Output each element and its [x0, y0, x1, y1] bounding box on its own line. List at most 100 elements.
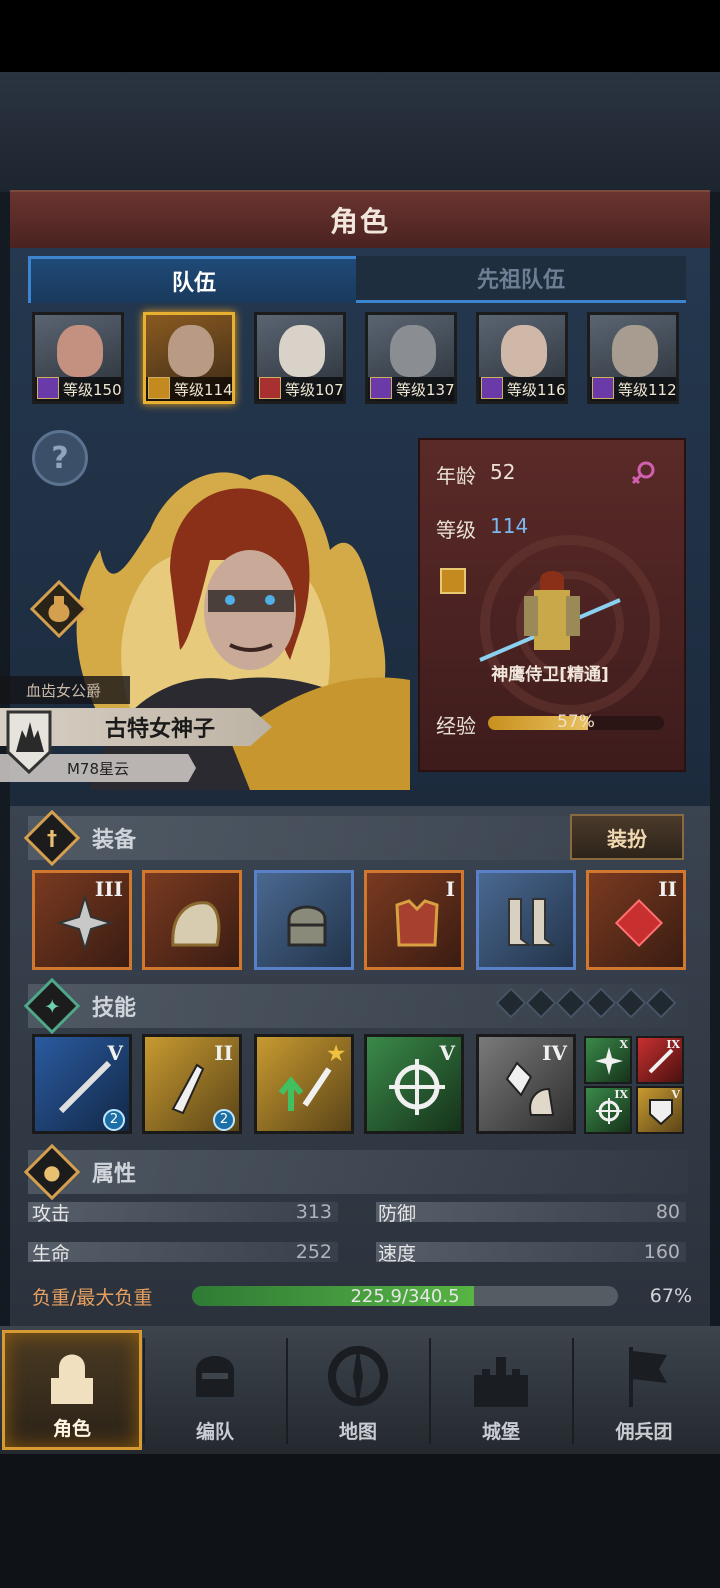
- nav-mercenary[interactable]: 佣兵团: [574, 1330, 714, 1450]
- staff-icon: [37, 377, 59, 399]
- exp-label: 经验: [436, 714, 476, 738]
- skill-slot-dot: [495, 987, 527, 1019]
- hero-face-icon: [501, 325, 547, 377]
- defense-value: 80: [655, 1201, 680, 1223]
- equip-slot-shoulder[interactable]: [142, 870, 242, 970]
- equip-rank: III: [94, 877, 123, 901]
- nav-map[interactable]: 地图: [288, 1330, 428, 1450]
- equip-rank: II: [658, 877, 677, 901]
- team-portrait-2[interactable]: 等级114: [143, 312, 235, 404]
- header-bar: 角色: [10, 190, 710, 250]
- age-value: 52: [490, 460, 516, 484]
- equipment-label: 装备: [92, 828, 137, 853]
- skill-slot-3[interactable]: ★: [254, 1034, 354, 1134]
- level-label: 等级: [436, 518, 476, 542]
- equip-slot-charm[interactable]: II: [586, 870, 686, 970]
- team-portrait-3[interactable]: 等级107: [254, 312, 346, 404]
- help-button[interactable]: ?: [32, 430, 88, 486]
- class-name: 神鹰侍卫[精通]: [491, 665, 609, 685]
- skill-count-badge: 2: [213, 1109, 235, 1131]
- attributes-section-header: ● 属性: [23, 1143, 688, 1201]
- skill-slot-dot: [585, 987, 617, 1019]
- tab-team[interactable]: 队伍: [28, 256, 360, 303]
- castle-icon: [474, 1357, 528, 1407]
- passive-skill-1[interactable]: X: [584, 1036, 632, 1084]
- nav-label: 佣兵团: [615, 1421, 673, 1443]
- nav-castle[interactable]: 城堡: [431, 1330, 571, 1450]
- star-icon: ★: [327, 1041, 345, 1065]
- skills-label: 技能: [92, 996, 137, 1021]
- compass-icon: [328, 1345, 388, 1407]
- eagle-icon: [440, 568, 466, 594]
- team-portrait-6[interactable]: 等级112: [587, 312, 679, 404]
- attack-label: 攻击: [32, 1202, 71, 1225]
- equip-slot-boots[interactable]: [476, 870, 576, 970]
- knot-charm-icon: [614, 898, 664, 948]
- team-portrait-4[interactable]: 等级137: [365, 312, 457, 404]
- exp-percent: 57%: [557, 712, 595, 732]
- eagle-icon: [148, 377, 170, 399]
- status-bar: [0, 0, 720, 72]
- boots-icon: [508, 898, 556, 946]
- shuriken-icon: [57, 895, 113, 951]
- attack-value: 313: [295, 1201, 332, 1223]
- skill-slot-1[interactable]: V 2: [32, 1034, 132, 1134]
- skill-rank: V: [439, 1041, 455, 1065]
- staff-icon: [370, 377, 392, 399]
- level-value: 114: [490, 514, 529, 538]
- shoulder-armor-icon: [171, 901, 221, 947]
- skill-count-badge: 2: [103, 1109, 125, 1131]
- hero-name[interactable]: 古特女神子: [60, 708, 260, 746]
- hero-face-icon: [168, 325, 214, 377]
- nav-character[interactable]: 角色: [2, 1330, 142, 1450]
- equip-slot-weapon[interactable]: III: [32, 870, 132, 970]
- horse-icon: [259, 377, 281, 399]
- staff-icon: [592, 377, 614, 399]
- defense-label: 防御: [378, 1202, 417, 1225]
- dagger-icon: †: [23, 809, 81, 867]
- skill-rank: II: [214, 1041, 233, 1065]
- load-value: 225.9/340.5: [350, 1285, 460, 1307]
- helmet-group-icon: [196, 1356, 234, 1397]
- nav-label: 地图: [338, 1421, 377, 1443]
- nav-label: 角色: [52, 1418, 91, 1440]
- equip-slot-chest[interactable]: I: [364, 870, 464, 970]
- dress-up-button[interactable]: 装扮: [570, 814, 684, 860]
- skill-rank: V: [671, 1088, 680, 1101]
- skill-slot-4[interactable]: V: [364, 1034, 464, 1134]
- hero-face-icon: [57, 325, 103, 377]
- load-percent: 67%: [649, 1285, 692, 1307]
- hero-face-icon: [612, 325, 658, 377]
- hp-value: 252: [295, 1241, 332, 1263]
- potion-flask-icon: [30, 580, 88, 638]
- passive-skill-4[interactable]: V: [636, 1086, 684, 1134]
- attributes-label: 属性: [92, 1162, 137, 1187]
- skill-slot-dot: [645, 987, 677, 1019]
- person-icon: ●: [23, 1143, 81, 1201]
- skill-slot-5[interactable]: IV: [476, 1034, 576, 1134]
- star-burst-icon: ✦: [23, 977, 81, 1035]
- nav-formation[interactable]: 编队: [145, 1330, 285, 1450]
- hero-face-icon: [279, 325, 325, 377]
- tab-ancestor-team[interactable]: 先祖队伍: [356, 256, 686, 303]
- passive-skill-2[interactable]: IX: [636, 1036, 684, 1084]
- nav-label: 编队: [195, 1421, 234, 1443]
- equip-slot-helmet[interactable]: [254, 870, 354, 970]
- skill-rank: IV: [542, 1041, 567, 1065]
- guild-crest-icon: [6, 710, 52, 775]
- page-title: 角色: [329, 205, 390, 238]
- team-portrait-1[interactable]: 等级150: [32, 312, 124, 404]
- helmet-icon: [287, 905, 327, 947]
- hp-label: 生命: [32, 1242, 71, 1265]
- nav-label: 城堡: [481, 1421, 520, 1443]
- equip-rank: I: [445, 877, 455, 901]
- skill-slot-2[interactable]: II 2: [142, 1034, 242, 1134]
- team-portrait-5[interactable]: 等级116: [476, 312, 568, 404]
- class-figure-icon: [479, 571, 621, 662]
- passive-skill-3[interactable]: IX: [584, 1086, 632, 1134]
- hero-title: 血齿女公爵: [0, 676, 130, 704]
- speed-value: 160: [643, 1241, 680, 1263]
- speed-label: 速度: [378, 1242, 417, 1265]
- load-label: 负重/最大负重: [32, 1286, 153, 1309]
- system-bar-area: [0, 1454, 720, 1588]
